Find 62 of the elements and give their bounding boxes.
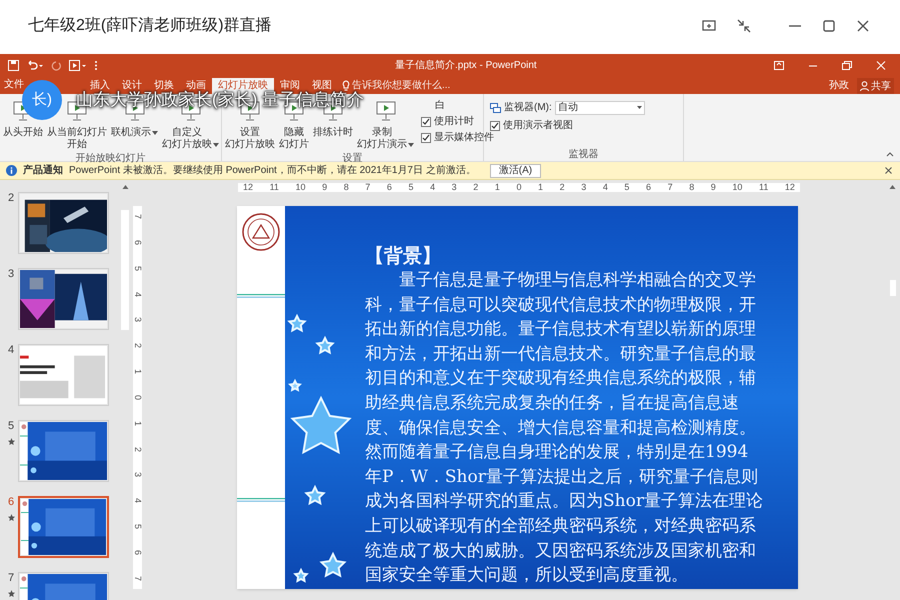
group-label: 开始放映幻灯片 [74,152,146,164]
monitors-icon [490,102,501,112]
ribbon-button[interactable]: 联机演示 [110,127,159,139]
monitor-icon [374,100,396,122]
save-icon[interactable] [8,60,19,70]
ribbon-button[interactable]: 录制 幻灯片演示 [356,127,415,151]
vertical-ruler: 7 6 5 4 3 2 1 0 1 2 3 4 5 6 7 [133,206,142,589]
user-name[interactable]: 孙政 [829,78,849,94]
slide-number: 4 [8,344,14,356]
checkbox-label: 显示媒体控件 [434,131,494,145]
info-icon [6,165,17,176]
share-button[interactable]: 共享 [857,78,894,94]
slide-number: 3 [8,268,14,280]
window-title: 七年级2班(薛吓清老师班级)群直播 [28,16,272,36]
screen-share-icon[interactable] [702,19,716,33]
group-label: 设置 [342,152,364,164]
scrollbar-thumb[interactable] [890,280,896,296]
slide-number: 6 [8,496,14,508]
monitor-label: 监视器(M): [504,100,552,115]
slide-paragraph: 量子信息是量子物理与信息科学相融合的交叉学科，量子信息可以突破现代信息技术的物理极限，开拓出新的信息功能。量子信息技术有望以崭新的原理和方法，开拓出新一代信息技术。研究量子信息的最初目的和意义在于突破现有经典信息系统的极限，辅助经典信息系统完成复杂的任务，旨在提高信息速度、确保信息安全、增大信息容量和提高检测精度。然而随着量子信息自身理论的发展，特别是在1994年P．W．Shor量子算法提出之后，研究量子信息则成为各国科学研究的重点。因为Shor量子算法在理论上可以破译现有的全部经典密码系统，对经典密码系统造成了极大的威胁。又因密码系统涉及国家机密和国家安全等重大问题，所以受到高度重视。 [365,269,764,588]
slide-number: 7 [8,572,14,584]
person-icon [860,81,869,91]
notification-title: 产品通知 [23,164,63,178]
checkbox[interactable] [421,132,431,142]
ribbon-display-icon[interactable] [774,60,784,70]
ribbon-button[interactable]: 从当前幻灯片 开始 [46,127,108,151]
monitor-dropdown[interactable]: 自动 [554,100,645,114]
collapse-ribbon-icon[interactable] [886,152,894,157]
scroll-up-icon[interactable] [889,184,896,190]
slide-number: 2 [8,192,14,204]
ribbon-button[interactable]: 从头开始 [2,127,44,139]
check-icon [491,122,499,130]
ribbon-button[interactable]: 排练计时 [312,127,354,139]
checkbox[interactable] [490,120,500,130]
ribbon-button[interactable]: 自定义 幻灯片放映 [161,127,220,151]
checkbox-label: 使用计时 [434,114,474,129]
scroll-up-icon[interactable] [122,184,128,190]
divider-lines-drawing [237,294,285,298]
checkbox[interactable] [421,116,431,126]
checkbox-label: 使用演示者视图 [503,118,573,133]
horizontal-ruler: 12 11 10 9 8 7 6 5 4 3 2 1 0 1 2 3 4 5 6 7 8 9 10 11 12 [238,183,800,192]
close-icon[interactable] [885,167,892,174]
restore-icon[interactable] [842,60,852,70]
checkbox-label: 白 [435,99,445,113]
notification-message: PowerPoint 未被激活。要继续使用 PowerPoint，而不中断，请在 2021年1月7日 之前激活。 [69,164,476,178]
emblem-icon [241,212,281,252]
ribbon-button[interactable]: 隐藏 幻灯片 [278,127,310,151]
ribbon-button[interactable]: 设置 幻灯片放映 [224,127,276,151]
slide-heading: 【背景】 [365,244,442,268]
slide-number: 5 [8,420,14,432]
close-icon[interactable] [856,19,870,33]
collapse-arrows-icon[interactable] [736,18,752,34]
group-label: 监视器 [568,148,600,161]
maximize-icon[interactable] [822,19,836,33]
undo-icon[interactable] [27,60,43,70]
scrollbar-thumb[interactable] [121,210,129,330]
divider-lines-drawing [237,498,285,502]
caret-icon [636,106,642,109]
slideshow-start-icon[interactable] [69,60,86,70]
document-title: 量子信息简介.pptx - PowerPoint [395,58,537,72]
activate-button[interactable]: 激活(A) [490,164,542,178]
customize-icon[interactable] [94,60,98,70]
